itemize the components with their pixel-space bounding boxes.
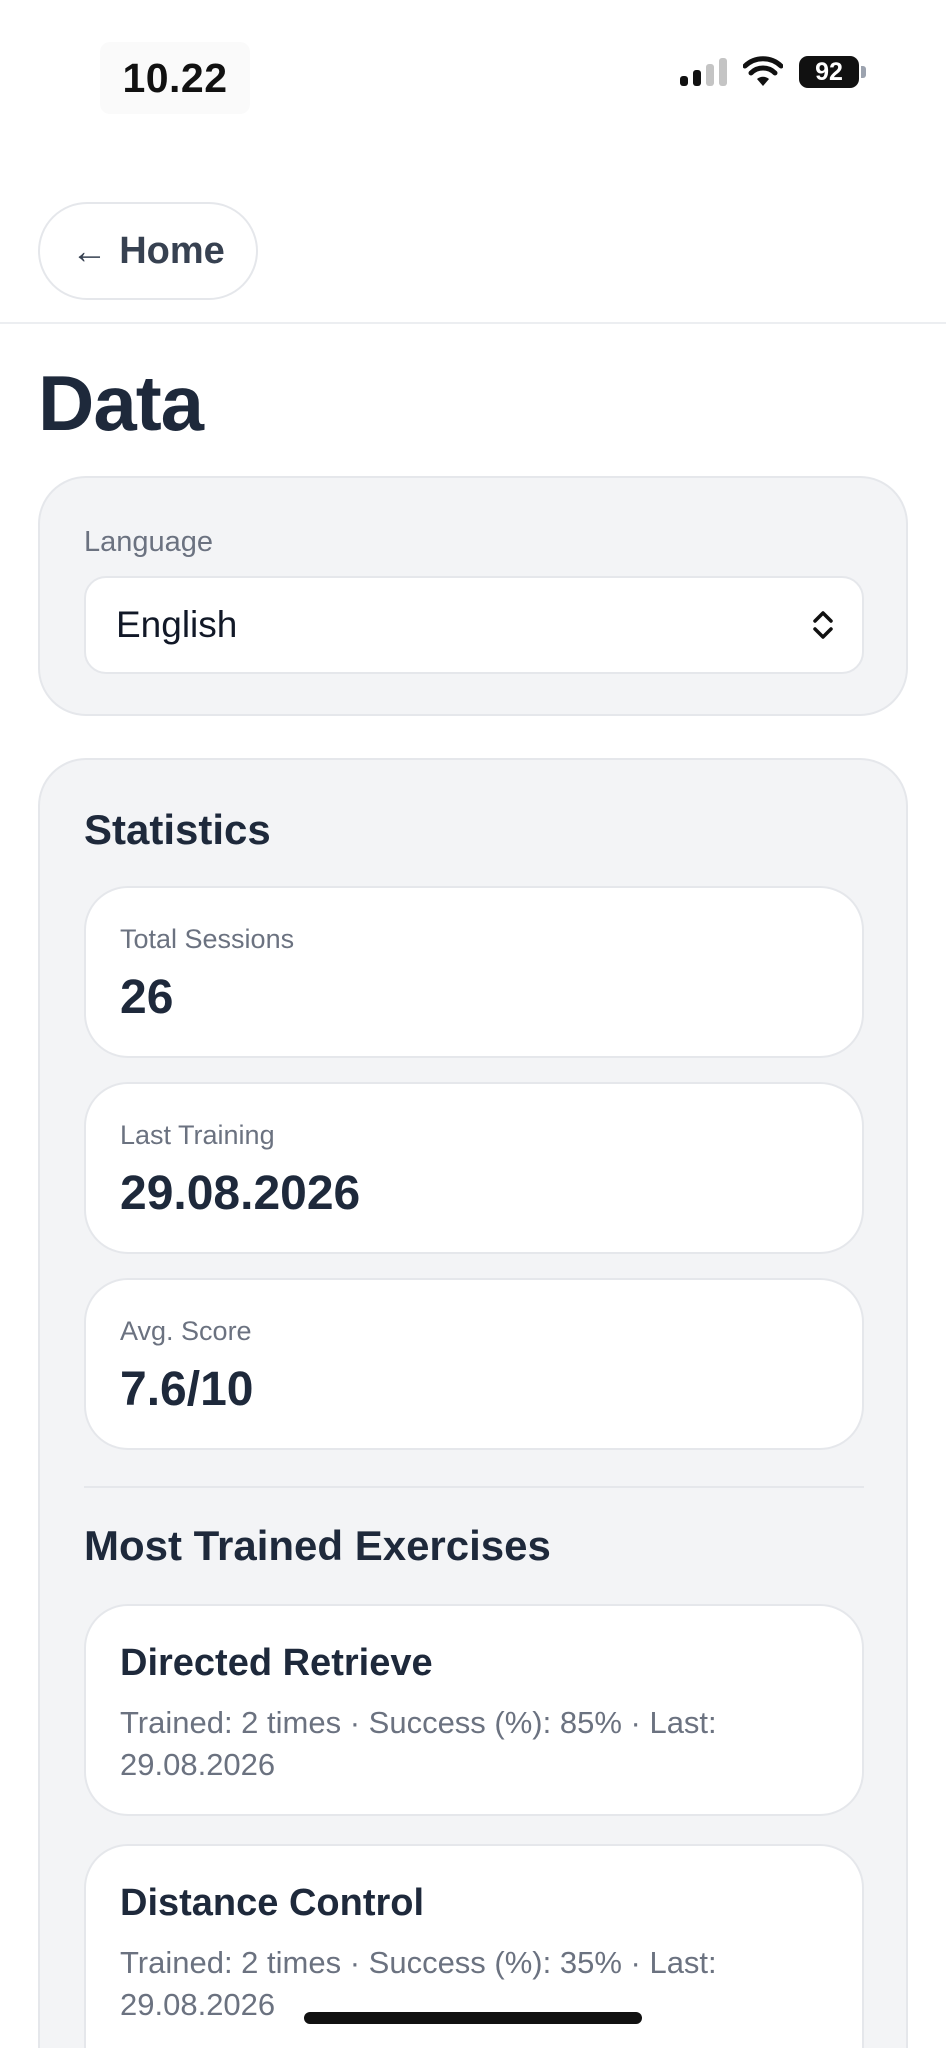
- language-label: Language: [84, 526, 214, 558]
- status-bar: 10.22 92: [0, 0, 946, 150]
- language-select-value: English: [116, 604, 238, 645]
- arrow-left-icon: ←: [71, 230, 108, 271]
- stat-value: 26: [120, 971, 174, 1024]
- stat-label: Total Sessions: [120, 924, 295, 954]
- page-title: Data: [38, 359, 204, 447]
- language-card: Language English: [38, 476, 908, 716]
- exercise-name: Distance Control: [120, 1882, 425, 1924]
- language-select[interactable]: English: [84, 576, 864, 674]
- stat-total-sessions: Total Sessions 26: [84, 886, 864, 1058]
- home-indicator[interactable]: [304, 2012, 642, 2024]
- header-divider: [0, 322, 946, 324]
- chevron-updown-icon: [813, 611, 833, 639]
- stat-value: 7.6/10: [120, 1363, 254, 1416]
- section-divider: [84, 1486, 864, 1488]
- stat-avg-score: Avg. Score 7.6/10: [84, 1278, 864, 1450]
- status-icons: 92: [680, 56, 866, 88]
- stat-label: Last Training: [120, 1120, 275, 1150]
- exercises-heading: Most Trained Exercises: [84, 1522, 551, 1569]
- statistics-heading: Statistics: [84, 806, 271, 853]
- home-button[interactable]: ← Home: [38, 202, 258, 300]
- statistics-card: Statistics Total Sessions 26 Last Traini…: [38, 758, 908, 2048]
- data-screen: 10.22 92 ← Home Data Language English St…: [0, 0, 946, 2048]
- exercise-name: Directed Retrieve: [120, 1642, 433, 1684]
- wifi-icon: [743, 56, 783, 86]
- stat-label: Avg. Score: [120, 1316, 252, 1346]
- stat-value: 29.08.2026: [120, 1167, 361, 1220]
- battery-level: 92: [799, 56, 859, 88]
- exercise-item[interactable]: Directed Retrieve Trained: 2 times · Suc…: [84, 1604, 864, 1816]
- status-time: 10.22: [100, 42, 250, 114]
- battery-icon: 92: [799, 56, 866, 88]
- home-button-label: Home: [119, 229, 225, 272]
- stat-last-training: Last Training 29.08.2026: [84, 1082, 864, 1254]
- signal-icon: [680, 58, 727, 86]
- exercise-meta: Trained: 2 times · Success (%): 85% · La…: [120, 1705, 717, 1782]
